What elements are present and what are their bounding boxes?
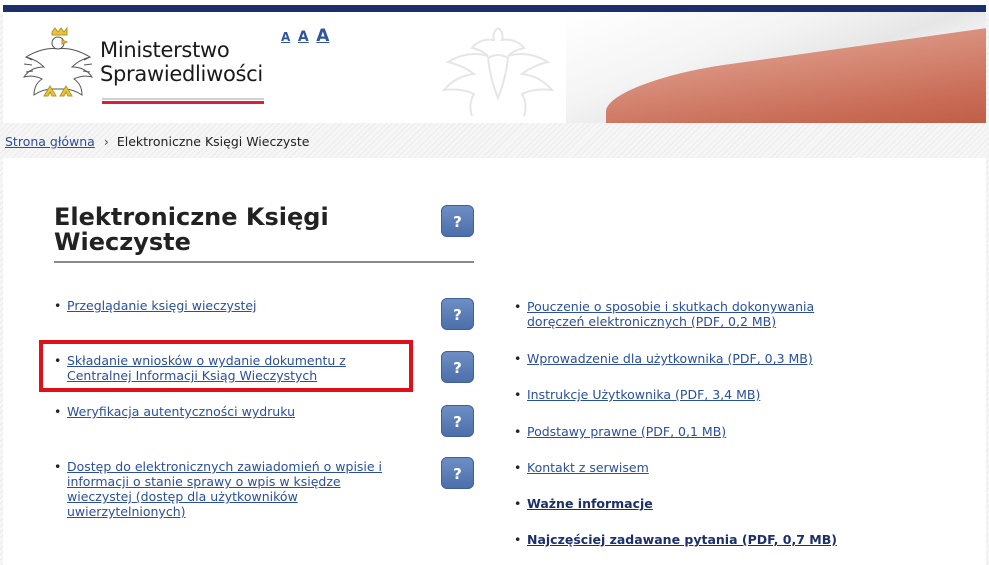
breadcrumb-home-link[interactable]: Strona główna bbox=[5, 134, 95, 149]
logo-line-2: Sprawiedliwości bbox=[100, 62, 263, 86]
delivery-instruction-pdf-link[interactable]: Pouczenie o sposobie i skutkach dokonywa… bbox=[527, 299, 874, 329]
top-bar bbox=[0, 0, 989, 12]
title-help-button[interactable]: ? bbox=[441, 205, 474, 237]
list-item: • Kontakt z serwisem bbox=[514, 460, 874, 475]
highlight-box bbox=[39, 340, 413, 392]
list-item: • Instrukcje Użytkownika (PDF, 3,4 MB) bbox=[514, 387, 874, 402]
list-item: • Przeglądanie księgi wieczystej bbox=[54, 298, 404, 313]
important-info-link[interactable]: Ważne informacje bbox=[527, 496, 874, 511]
user-introduction-pdf-link[interactable]: Wprowadzenie dla użytkownika (PDF, 0,3 M… bbox=[527, 351, 874, 366]
title-divider bbox=[54, 261, 474, 263]
page-title: Elektroniczne Księgi Wieczyste bbox=[54, 203, 329, 256]
list-item: • Weryfikacja autentyczności wydruku bbox=[54, 404, 404, 419]
notifications-help-button[interactable]: ? bbox=[441, 457, 474, 489]
polish-eagle-icon bbox=[22, 26, 94, 97]
browse-help-button[interactable]: ? bbox=[441, 298, 474, 330]
browse-land-register-link[interactable]: Przeglądanie księgi wieczystej bbox=[67, 298, 404, 313]
breadcrumb: Strona główna › Elektroniczne Księgi Wiecz… bbox=[5, 134, 309, 149]
list-item: • Podstawy prawne (PDF, 0,1 MB) bbox=[514, 424, 874, 439]
contact-service-link[interactable]: Kontakt z serwisem bbox=[527, 460, 874, 475]
faq-pdf-link[interactable]: Najczęściej zadawane pytania (PDF, 0,7 M… bbox=[527, 532, 874, 547]
chevron-right-icon: › bbox=[103, 134, 109, 149]
list-item: • Pouczenie o sposobie i skutkach dokony… bbox=[514, 299, 874, 329]
list-item: • Ważne informacje bbox=[514, 496, 874, 511]
font-size-controls: A A A bbox=[281, 26, 331, 46]
font-size-small-button[interactable]: A bbox=[281, 30, 290, 44]
list-item: • Wprowadzenie dla użytkownika (PDF, 0,3… bbox=[514, 351, 874, 366]
legal-basis-pdf-link[interactable]: Podstawy prawne (PDF, 0,1 MB) bbox=[527, 424, 874, 439]
list-item: • Najczęściej zadawane pytania (PDF, 0,7… bbox=[514, 532, 874, 547]
verify-help-button[interactable]: ? bbox=[441, 405, 474, 437]
logo-line-1: Ministerstwo bbox=[100, 38, 230, 62]
verify-printout-link[interactable]: Weryfikacja autentyczności wydruku bbox=[67, 404, 404, 419]
user-manual-pdf-link[interactable]: Instrukcje Użytkownika (PDF, 3,4 MB) bbox=[527, 387, 874, 402]
breadcrumb-current: Elektroniczne Księgi Wieczyste bbox=[116, 134, 310, 149]
eagle-watermark-icon bbox=[441, 27, 555, 117]
list-item: • Dostęp do elektronicznych zawiadomień … bbox=[54, 459, 404, 519]
site-header: Ministerstwo Sprawiedliwości A A A bbox=[3, 12, 986, 123]
submit-help-button[interactable]: ? bbox=[441, 351, 474, 383]
font-size-large-button[interactable]: A bbox=[316, 26, 329, 46]
font-size-medium-button[interactable]: A bbox=[298, 29, 309, 45]
ministry-logo-text[interactable]: Ministerstwo Sprawiedliwości bbox=[100, 38, 263, 86]
logo-underline bbox=[102, 98, 264, 104]
electronic-notifications-link[interactable]: Dostęp do elektronicznych zawiadomień o … bbox=[67, 459, 404, 519]
